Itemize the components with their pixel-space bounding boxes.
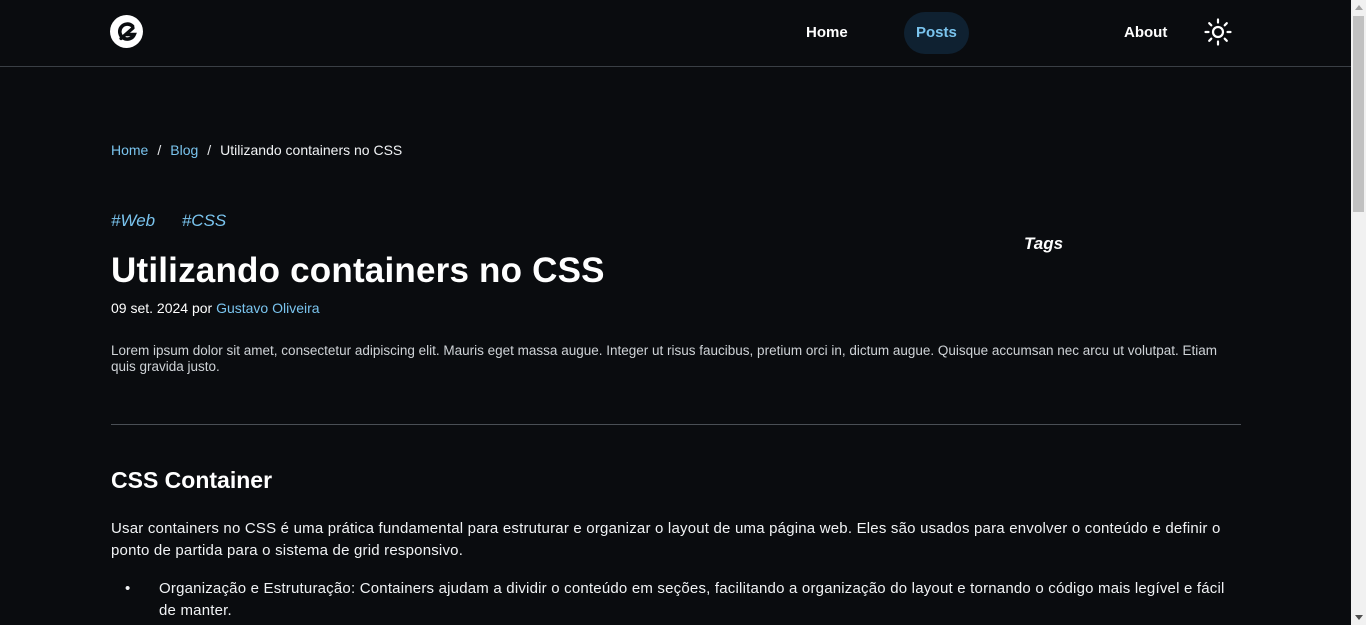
tag-css[interactable]: #CSS: [182, 211, 226, 230]
list-item: • Organização e Estruturação: Containers…: [111, 578, 1241, 622]
post-author[interactable]: Gustavo Oliveira: [216, 300, 319, 316]
nav-tags[interactable]: Tags: [1012, 223, 1075, 265]
bullet-icon: •: [125, 580, 131, 597]
nav-posts[interactable]: Posts: [904, 12, 969, 54]
breadcrumb-blog[interactable]: Blog: [170, 142, 198, 158]
content-list: • Organização e Estruturação: Containers…: [111, 578, 1241, 622]
post-meta: 09 set. 2024 por Gustavo Oliveira: [111, 300, 320, 316]
breadcrumb: Home / Blog / Utilizando containers no CSS: [111, 142, 402, 158]
post-tags: #Web #CSS: [111, 211, 248, 231]
site-header: Home Posts Tags About: [0, 0, 1351, 253]
sun-icon[interactable]: [1203, 17, 1233, 47]
scrollbar-thumb[interactable]: [1353, 16, 1364, 212]
page-viewport: Home Posts Tags About Home / Blog / Util…: [0, 0, 1351, 625]
section-paragraph: Usar containers no CSS é uma prática fun…: [111, 520, 1221, 559]
breadcrumb-current: Utilizando containers no CSS: [220, 142, 403, 158]
scrollbar[interactable]: [1351, 0, 1366, 625]
tag-web[interactable]: #Web: [111, 211, 155, 230]
nav-about[interactable]: About: [1112, 12, 1179, 54]
breadcrumb-separator: /: [157, 142, 162, 158]
post-date: 09 set. 2024: [111, 300, 189, 316]
divider: [111, 424, 1241, 425]
breadcrumb-home[interactable]: Home: [111, 142, 148, 158]
breadcrumb-separator: /: [207, 142, 212, 158]
section-heading: CSS Container: [111, 467, 273, 493]
list-item-text: Organização e Estruturação: Containers a…: [159, 580, 1225, 619]
scroll-up-arrow-icon[interactable]: [1351, 0, 1366, 15]
post-by: por: [191, 300, 213, 316]
scroll-down-arrow-icon[interactable]: [1351, 610, 1366, 625]
post-excerpt: Lorem ipsum dolor sit amet, consectetur …: [111, 343, 1218, 374]
main-nav: Home Posts Tags About: [0, 12, 1351, 253]
nav-home[interactable]: Home: [794, 12, 860, 54]
post-title: Utilizando containers no CSS: [111, 251, 605, 290]
